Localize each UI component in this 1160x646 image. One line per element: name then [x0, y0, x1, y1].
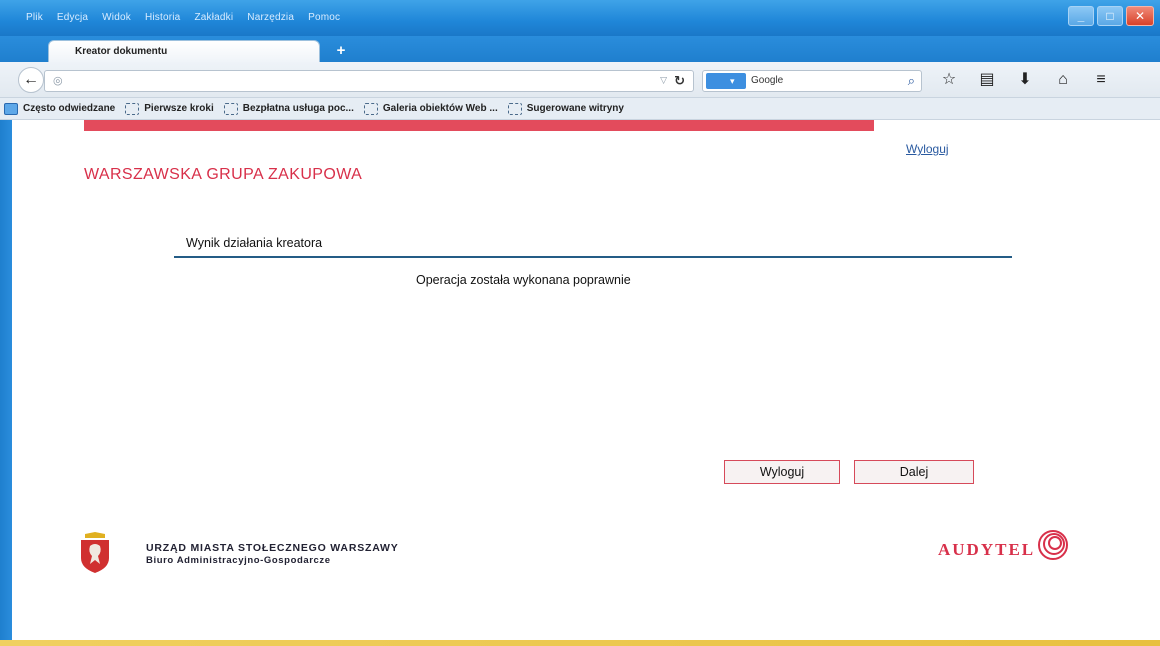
bookmark-label: Galeria obiektów Web ...	[382, 103, 498, 114]
next-button[interactable]: Dalej	[854, 460, 974, 484]
search-engine-name: Google	[751, 75, 784, 86]
star-icon[interactable]: ☆	[940, 70, 958, 90]
home-icon[interactable]: ⌂	[1054, 70, 1072, 90]
menu-hamburger-icon[interactable]: ≡	[1092, 70, 1110, 90]
tab-strip: Kreator dokumentu +	[0, 36, 1160, 64]
maximize-icon[interactable]: □	[1097, 6, 1123, 26]
warsaw-crest-icon	[81, 532, 109, 573]
search-engine-selector[interactable]: ▾	[706, 73, 746, 89]
bookmark-item[interactable]: Sugerowane witryny	[507, 102, 624, 115]
page-icon	[125, 102, 140, 115]
bookmark-label: Bezpłatna usługa poc...	[242, 103, 354, 114]
bookmark-label: Często odwiedzane	[23, 103, 116, 114]
menu-file[interactable]: Plik	[26, 12, 43, 23]
bookmark-item[interactable]: Pierwsze kroki	[125, 102, 214, 115]
bookmark-label: Sugerowane witryny	[526, 103, 624, 114]
reload-icon[interactable]: ↻	[674, 73, 685, 89]
bookmark-label: Pierwsze kroki	[144, 103, 214, 114]
url-dropdown-icon[interactable]: ▽	[660, 75, 667, 86]
bookmarks-list-icon[interactable]: ▤	[978, 70, 996, 90]
window-left-border	[0, 120, 12, 646]
bookmark-item[interactable]: Często odwiedzane	[4, 102, 116, 115]
download-icon[interactable]: ⬇	[1016, 70, 1034, 90]
globe-icon: ◎	[53, 75, 63, 87]
window-bottom-border	[0, 640, 1160, 646]
section-title: Wynik działania kreatora	[186, 236, 323, 250]
menu-bar: Plik Edycja Widok Historia Zakładki Narz…	[26, 12, 340, 23]
menu-edit[interactable]: Edycja	[57, 12, 88, 23]
result-message: Operacja została wykonana poprawnie	[416, 273, 631, 287]
window-controls: _ □ ✕	[1068, 6, 1154, 26]
page-title: WARSZAWSKA GRUPA ZAKUPOWA	[84, 166, 363, 183]
section-divider	[174, 256, 1012, 258]
search-icon[interactable]: ⌕	[908, 73, 915, 89]
browser-window: Plik Edycja Widok Historia Zakładki Narz…	[0, 0, 1160, 646]
header-accent-bar	[84, 120, 874, 131]
menu-help[interactable]: Pomoc	[308, 12, 340, 23]
footer-department: Biuro Administracyjno-Gospodarcze	[146, 555, 331, 566]
logout-button[interactable]: Wyloguj	[724, 460, 840, 484]
bookmark-item[interactable]: Bezpłatna usługa poc...	[223, 102, 354, 115]
tab-kreator-dokumentu[interactable]: Kreator dokumentu	[48, 40, 320, 64]
menu-bookmarks[interactable]: Zakładki	[194, 12, 233, 23]
page-icon	[223, 102, 238, 115]
audytel-logo: AUDYTEL	[938, 540, 1036, 559]
search-bar[interactable]: ▾ Google ⌕	[702, 70, 922, 92]
page-icon	[507, 102, 522, 115]
footer-institution: URZĄD MIASTA STOŁECZNEGO WARSZAWY	[146, 542, 399, 554]
chevron-down-icon: ▾	[730, 76, 735, 86]
back-arrow-icon[interactable]: ←	[18, 67, 44, 93]
title-bar: Plik Edycja Widok Historia Zakładki Narz…	[0, 0, 1160, 36]
close-icon[interactable]: ✕	[1126, 6, 1154, 26]
minimize-icon[interactable]: _	[1068, 6, 1094, 26]
menu-history[interactable]: Historia	[145, 12, 181, 23]
bookmark-item[interactable]: Galeria obiektów Web ...	[363, 102, 498, 115]
page-icon	[363, 102, 378, 115]
logout-link[interactable]: Wyloguj	[906, 142, 949, 156]
navigation-bar: ← ◎ ▽ ↻ ▾ Google ⌕ ☆ ▤ ⬇ ⌂ ≡	[0, 62, 1160, 98]
audytel-ring-icon	[1038, 530, 1068, 560]
new-tab-icon[interactable]: +	[332, 42, 350, 60]
url-bar[interactable]: ◎ ▽ ↻	[44, 70, 694, 92]
folder-icon	[4, 102, 18, 115]
menu-tools[interactable]: Narzędzia	[247, 12, 294, 23]
toolbar-icons: ☆ ▤ ⬇ ⌂ ≡	[940, 70, 1110, 90]
menu-view[interactable]: Widok	[102, 12, 131, 23]
bookmarks-bar: Często odwiedzane Pierwsze kroki Bezpłat…	[0, 98, 1160, 120]
